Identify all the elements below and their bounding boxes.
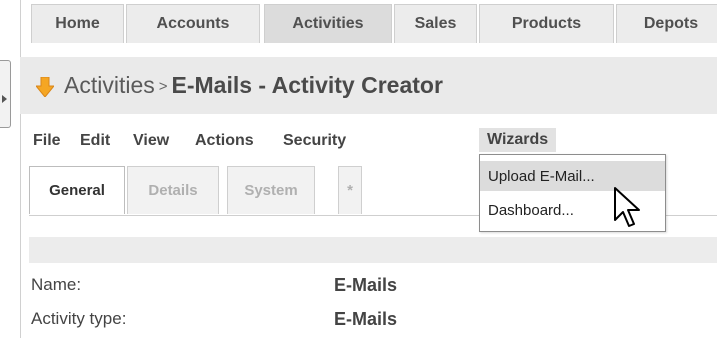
down-arrow-icon — [36, 77, 54, 97]
page-title-bar: Activities > E-Mails - Activity Creator — [20, 57, 717, 114]
sidebar-expand-handle[interactable] — [0, 60, 11, 128]
tab-system[interactable]: System — [227, 166, 315, 214]
nav-tab-home[interactable]: Home — [31, 4, 124, 43]
tab-general[interactable]: General — [29, 166, 125, 214]
nav-tab-accounts[interactable]: Accounts — [126, 4, 260, 43]
record-title: E-Mails - Activity Creator — [171, 72, 443, 98]
menu-actions[interactable]: Actions — [195, 132, 254, 150]
tab-more[interactable]: * — [338, 166, 362, 214]
nav-tab-sales[interactable]: Sales — [394, 4, 477, 43]
breadcrumb-separator: > — [158, 78, 168, 95]
left-collapse-rail — [0, 0, 21, 338]
expand-arrow-icon[interactable] — [2, 95, 7, 103]
page-title: Activities > E-Mails - Activity Creator — [64, 72, 443, 99]
breadcrumb-module[interactable]: Activities — [64, 72, 155, 98]
field-label-activity-type: Activity type: — [31, 309, 127, 328]
menu-view[interactable]: View — [133, 132, 169, 150]
menu-wizards[interactable]: Wizards — [479, 128, 557, 152]
nav-tab-products[interactable]: Products — [479, 4, 614, 43]
nav-tab-activities[interactable]: Activities — [264, 4, 392, 43]
section-header-band — [29, 237, 717, 263]
menu-edit[interactable]: Edit — [80, 132, 110, 150]
menu-security[interactable]: Security — [283, 132, 346, 150]
field-label-name: Name: — [31, 275, 82, 294]
menu-file[interactable]: File — [33, 132, 61, 150]
field-value-activity-type: E-Mails — [334, 309, 398, 329]
tab-details[interactable]: Details — [127, 166, 219, 214]
mouse-pointer-icon — [614, 187, 640, 227]
nav-tab-depots[interactable]: Depots — [616, 4, 717, 43]
field-value-name: E-Mails — [334, 275, 398, 295]
